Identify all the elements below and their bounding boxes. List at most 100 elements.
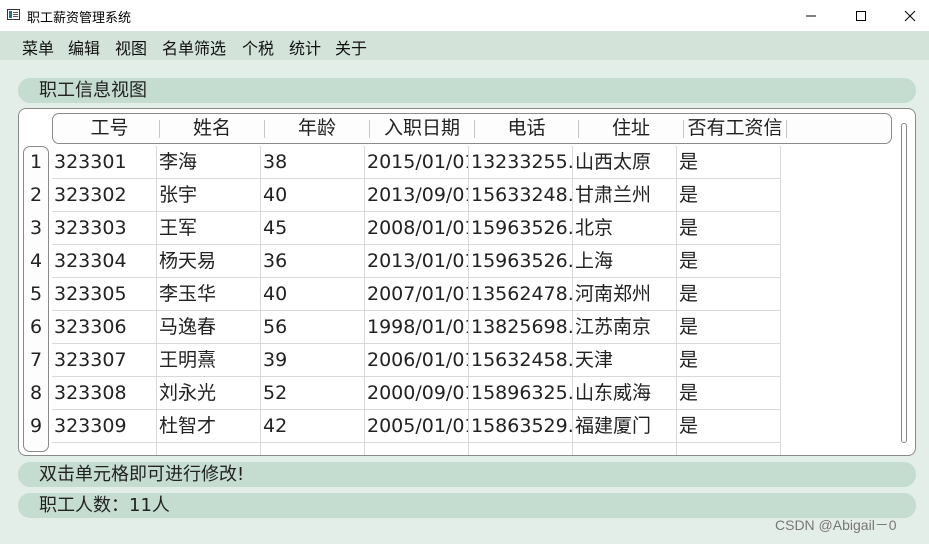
cell-address[interactable]: 北京 (573, 212, 677, 245)
cell-phone[interactable]: 13233255... (469, 146, 573, 179)
cell-phone[interactable]: 13825698... (469, 311, 573, 344)
cell-id[interactable]: 323303 (52, 212, 157, 245)
column-header-id[interactable]: 工号 (73, 114, 146, 143)
cell-age[interactable]: 45 (261, 212, 365, 245)
employee-table[interactable]: 工号 姓名 年龄 入职日期 电话 住址 否有工资信 123456789 3233… (18, 108, 916, 456)
cell-address[interactable]: 上海 (573, 245, 677, 278)
section-title: 职工信息视图 (18, 78, 916, 103)
row-number[interactable]: 1 (24, 151, 48, 173)
cell-age[interactable]: 38 (261, 146, 365, 179)
cell-hire-date[interactable]: 2000/09/01 (365, 377, 469, 410)
row-number[interactable]: 8 (24, 382, 48, 404)
cell-address[interactable]: 福建厦门 (573, 410, 677, 443)
cell-hire-date[interactable]: 2015/01/01 (365, 146, 469, 179)
cell-id[interactable]: 323304 (52, 245, 157, 278)
cell-name[interactable]: 张宇 (157, 179, 261, 212)
column-header-age[interactable]: 年龄 (265, 114, 369, 143)
cell-id[interactable]: 323309 (52, 410, 157, 443)
cell-address[interactable]: 江苏南京 (573, 311, 677, 344)
cell-age[interactable]: 56 (261, 311, 365, 344)
cell-id[interactable]: 323308 (52, 377, 157, 410)
cell-phone[interactable]: 15963526... (469, 212, 573, 245)
cell-age[interactable]: 36 (261, 245, 365, 278)
window-title: 职工薪资管理系统 (27, 11, 132, 26)
cell-phone[interactable]: 15632458... (469, 344, 573, 377)
cell-age[interactable]: 42 (261, 410, 365, 443)
grid-line (572, 146, 573, 455)
cell-salary-info[interactable]: 是 (677, 377, 781, 410)
grid-line (52, 211, 781, 212)
cell-salary-info[interactable]: 是 (677, 311, 781, 344)
cell-hire-date[interactable]: 1998/01/01 (365, 311, 469, 344)
row-number[interactable]: 9 (24, 415, 48, 437)
cell-hire-date[interactable]: 2007/01/01 (365, 278, 469, 311)
cell-name[interactable]: 李海 (157, 146, 261, 179)
minimize-button[interactable] (787, 0, 835, 31)
menu-item-view[interactable]: 视图 (115, 35, 147, 59)
cell-hire-date[interactable]: 2008/01/01 (365, 212, 469, 245)
menu-item-edit[interactable]: 编辑 (68, 35, 100, 59)
menu-item-tax[interactable]: 个税 (242, 35, 274, 59)
grid-line (676, 146, 677, 455)
cell-age[interactable]: 39 (261, 344, 365, 377)
row-number[interactable]: 3 (24, 217, 48, 239)
row-number[interactable]: 7 (24, 349, 48, 371)
cell-phone[interactable]: 15633248... (469, 179, 573, 212)
cell-phone[interactable]: 15863529... (469, 410, 573, 443)
menu-item-filter[interactable]: 名单筛选 (162, 35, 226, 59)
cell-age[interactable]: 40 (261, 179, 365, 212)
cell-address[interactable]: 甘肃兰州 (573, 179, 677, 212)
cell-name[interactable]: 刘永光 (157, 377, 261, 410)
cell-name[interactable]: 杜智才 (157, 410, 261, 443)
cell-age[interactable]: 52 (261, 377, 365, 410)
cell-hire-date[interactable]: 2013/01/01 (365, 245, 469, 278)
cell-address[interactable]: 山东威海 (573, 377, 677, 410)
cell-id[interactable]: 323302 (52, 179, 157, 212)
cell-id[interactable]: 323307 (52, 344, 157, 377)
cell-name[interactable]: 马逸春 (157, 311, 261, 344)
cell-hire-date[interactable]: 2005/01/01 (365, 410, 469, 443)
cell-salary-info[interactable]: 是 (677, 245, 781, 278)
cell-id[interactable]: 323305 (52, 278, 157, 311)
cell-name[interactable]: 王明熹 (157, 344, 261, 377)
maximize-button[interactable] (837, 0, 885, 31)
column-header-address[interactable]: 住址 (579, 114, 683, 143)
row-number[interactable]: 4 (24, 250, 48, 272)
menu-item-statistics[interactable]: 统计 (289, 35, 321, 59)
cell-salary-info[interactable]: 是 (677, 278, 781, 311)
watermark: CSDN @Abigail－0 (775, 517, 897, 533)
cell-phone[interactable]: 15963526... (469, 245, 573, 278)
cell-salary-info[interactable]: 是 (677, 212, 781, 245)
cell-id[interactable]: 323306 (52, 311, 157, 344)
vertical-scrollbar[interactable] (897, 113, 911, 448)
close-button[interactable] (886, 0, 929, 31)
cell-phone[interactable]: 15896325... (469, 377, 573, 410)
row-number[interactable]: 6 (24, 316, 48, 338)
cell-name[interactable]: 杨天易 (157, 245, 261, 278)
cell-address[interactable]: 天津 (573, 344, 677, 377)
cell-hire-date[interactable]: 2013/09/01 (365, 179, 469, 212)
column-header-phone[interactable]: 电话 (475, 114, 578, 143)
cell-name[interactable]: 王军 (157, 212, 261, 245)
row-number[interactable]: 5 (24, 283, 48, 305)
cell-salary-info[interactable]: 是 (677, 146, 781, 179)
cell-name[interactable]: 李玉华 (157, 278, 261, 311)
cell-address[interactable]: 河南郑州 (573, 278, 677, 311)
cell-address[interactable]: 山西太原 (573, 146, 677, 179)
cell-salary-info[interactable]: 是 (677, 344, 781, 377)
cell-salary-info[interactable]: 是 (677, 410, 781, 443)
column-header-hire-date[interactable]: 入职日期 (370, 114, 474, 143)
column-header-name[interactable]: 姓名 (160, 114, 264, 143)
row-number[interactable]: 2 (24, 184, 48, 206)
grid-line (780, 146, 781, 455)
cell-salary-info[interactable]: 是 (677, 179, 781, 212)
menu-item-about[interactable]: 关于 (335, 35, 367, 59)
cell-age[interactable]: 40 (261, 278, 365, 311)
menu-item-menu[interactable]: 菜单 (22, 35, 54, 59)
scrollbar-thumb[interactable] (901, 123, 907, 443)
cell-hire-date[interactable]: 2006/01/01 (365, 344, 469, 377)
column-header-salary-info[interactable]: 否有工资信 (684, 114, 786, 143)
cell-phone[interactable]: 13562478... (469, 278, 573, 311)
grid-line (52, 376, 781, 377)
cell-id[interactable]: 323301 (52, 146, 157, 179)
